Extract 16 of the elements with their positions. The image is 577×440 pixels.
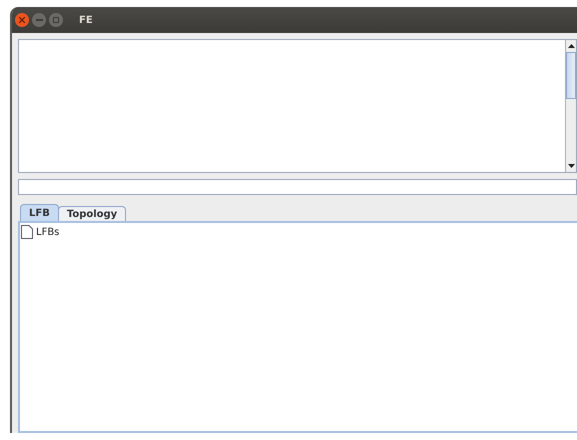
document-icon xyxy=(21,225,33,239)
close-icon xyxy=(19,17,25,23)
scrollbar[interactable] xyxy=(565,40,576,172)
minimize-button[interactable] xyxy=(32,13,46,27)
down-arrow-icon[interactable] xyxy=(568,164,574,168)
scrollbar-thumb[interactable] xyxy=(566,52,576,99)
maximize-icon xyxy=(53,17,59,23)
window-title: FE xyxy=(79,14,93,26)
minimize-icon xyxy=(36,19,42,21)
tab[interactable]: Topology xyxy=(58,206,126,221)
input-field[interactable] xyxy=(18,179,577,195)
tree-item[interactable]: LFBs xyxy=(36,226,60,238)
up-arrow-icon[interactable] xyxy=(568,44,574,48)
tab[interactable]: LFB xyxy=(20,204,59,221)
maximize-button[interactable] xyxy=(49,13,63,27)
close-button[interactable] xyxy=(15,13,29,27)
